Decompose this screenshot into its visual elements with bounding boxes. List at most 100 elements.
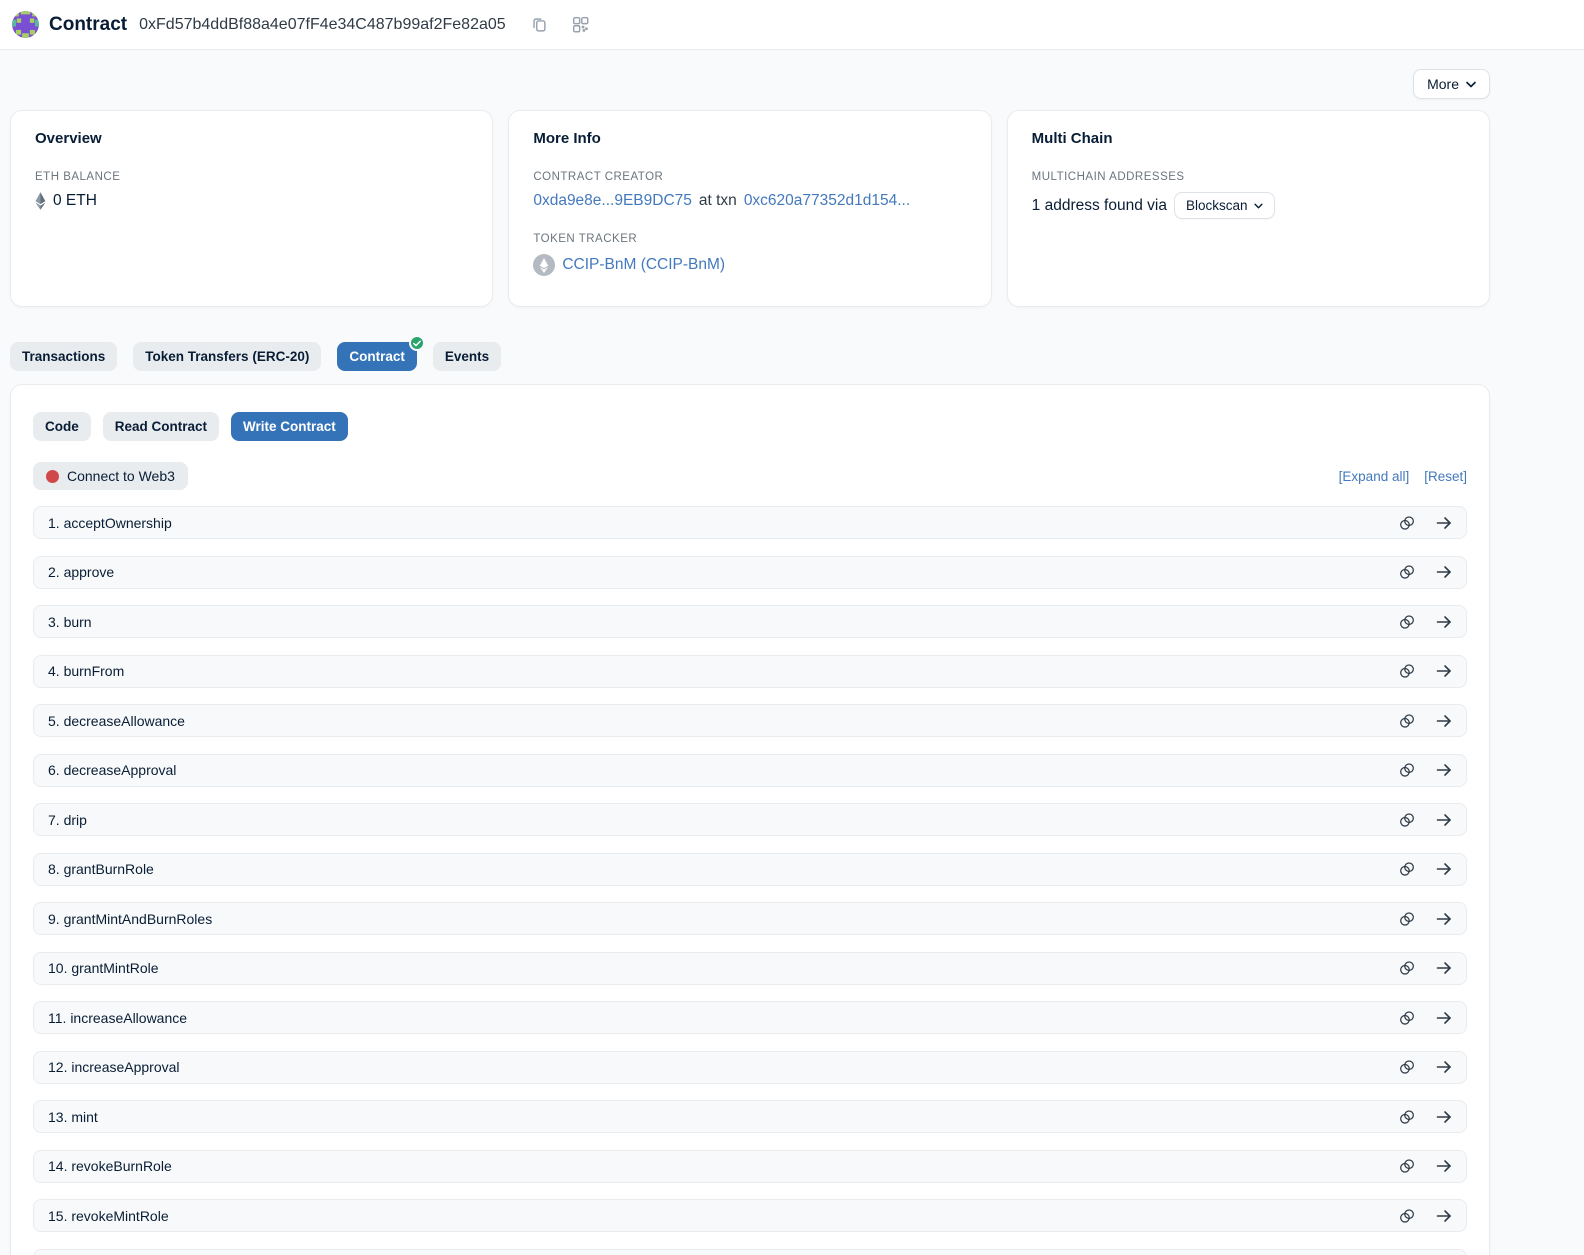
permalink-icon[interactable] [1399, 713, 1415, 729]
arrow-right-icon[interactable] [1436, 1011, 1452, 1025]
subtab-read-contract[interactable]: Read Contract [103, 412, 219, 441]
copy-icon[interactable] [530, 16, 548, 34]
contract-panel: Code Read Contract Write Contract Connec… [10, 384, 1490, 1255]
function-row[interactable]: 4. burnFrom [33, 655, 1467, 688]
arrow-right-icon[interactable] [1436, 615, 1452, 629]
verified-check-icon [409, 335, 425, 351]
function-row[interactable]: 8. grantBurnRole [33, 853, 1467, 886]
function-name: 9. grantMintAndBurnRoles [48, 911, 212, 927]
eth-balance-label: ETH BALANCE [35, 171, 468, 183]
contract-subtabs: Code Read Contract Write Contract [33, 412, 1467, 441]
permalink-icon[interactable] [1399, 1158, 1415, 1174]
reset-link[interactable]: [Reset] [1424, 469, 1467, 484]
overview-card: Overview ETH BALANCE 0 ETH [10, 110, 493, 307]
contract-creator-label: CONTRACT CREATOR [533, 171, 966, 183]
function-name: 10. grantMintRole [48, 960, 159, 976]
function-row[interactable]: 15. revokeMintRole [33, 1199, 1467, 1232]
function-name: 11. increaseAllowance [48, 1010, 187, 1026]
arrow-right-icon[interactable] [1436, 1110, 1452, 1124]
arrow-right-icon[interactable] [1436, 813, 1452, 827]
subtab-code[interactable]: Code [33, 412, 91, 441]
permalink-icon[interactable] [1399, 960, 1415, 976]
arrow-right-icon[interactable] [1436, 1209, 1452, 1223]
permalink-icon[interactable] [1399, 1109, 1415, 1125]
function-row[interactable]: 14. revokeBurnRole [33, 1150, 1467, 1183]
arrow-right-icon[interactable] [1436, 1159, 1452, 1173]
function-name: 5. decreaseAllowance [48, 713, 185, 729]
more-dropdown-button[interactable]: More [1413, 69, 1490, 99]
subtab-write-contract[interactable]: Write Contract [231, 412, 348, 441]
contract-address: 0xFd57b4ddBf88a4e07fF4e34C487b99af2Fe82a… [139, 16, 506, 34]
blockscan-dropdown[interactable]: Blockscan [1174, 192, 1276, 219]
connect-to-web3-button[interactable]: Connect to Web3 [33, 462, 188, 490]
contract-identicon [12, 11, 39, 38]
function-row[interactable]: 5. decreaseAllowance [33, 704, 1467, 737]
tab-contract-label: Contract [349, 349, 405, 364]
permalink-icon[interactable] [1399, 515, 1415, 531]
function-name: 6. decreaseApproval [48, 762, 176, 778]
function-row[interactable]: 6. decreaseApproval [33, 754, 1467, 787]
tab-transactions[interactable]: Transactions [10, 342, 117, 371]
at-txn-text: at txn [699, 192, 737, 210]
function-row[interactable]: 9. grantMintAndBurnRoles [33, 902, 1467, 935]
token-tracker-label: TOKEN TRACKER [533, 233, 966, 245]
connect-label: Connect to Web3 [67, 468, 175, 484]
blockscan-label: Blockscan [1186, 198, 1248, 213]
arrow-right-icon[interactable] [1436, 1060, 1452, 1074]
function-name: 15. revokeMintRole [48, 1208, 169, 1224]
creator-address-link[interactable]: 0xda9e8e...9EB9DC75 [533, 192, 692, 210]
top-navbar: Contract 0xFd57b4ddBf88a4e07fF4e34C487b9… [0, 0, 1584, 50]
permalink-icon[interactable] [1399, 663, 1415, 679]
arrow-right-icon[interactable] [1436, 912, 1452, 926]
function-row[interactable]: 3. burn [33, 605, 1467, 638]
expand-all-link[interactable]: [Expand all] [1339, 469, 1410, 484]
tab-token-transfers[interactable]: Token Transfers (ERC-20) [133, 342, 321, 371]
permalink-icon[interactable] [1399, 861, 1415, 877]
tab-events[interactable]: Events [433, 342, 501, 371]
permalink-icon[interactable] [1399, 911, 1415, 927]
eth-balance-value: 0 ETH [53, 192, 97, 210]
permalink-icon[interactable] [1399, 614, 1415, 630]
function-row-partial[interactable] [33, 1249, 1467, 1255]
permalink-icon[interactable] [1399, 762, 1415, 778]
multi-chain-card: Multi Chain MULTICHAIN ADDRESSES 1 addre… [1007, 110, 1490, 307]
multichain-found-text: 1 address found via [1032, 197, 1167, 215]
function-row[interactable]: 13. mint [33, 1100, 1467, 1133]
function-row[interactable]: 7. drip [33, 803, 1467, 836]
token-logo-icon [533, 254, 555, 276]
function-row[interactable]: 2. approve [33, 556, 1467, 589]
permalink-icon[interactable] [1399, 812, 1415, 828]
function-row[interactable]: 12. increaseApproval [33, 1051, 1467, 1084]
tab-contract[interactable]: Contract [337, 342, 417, 371]
function-name: 2. approve [48, 564, 114, 580]
function-name: 13. mint [48, 1109, 98, 1125]
arrow-right-icon[interactable] [1436, 565, 1452, 579]
overview-title: Overview [35, 130, 468, 147]
function-row[interactable]: 10. grantMintRole [33, 952, 1467, 985]
function-row[interactable]: 11. increaseAllowance [33, 1001, 1467, 1034]
info-cards: Overview ETH BALANCE 0 ETH More Info CON… [10, 110, 1490, 307]
arrow-right-icon[interactable] [1436, 961, 1452, 975]
more-label: More [1427, 76, 1459, 92]
more-info-card: More Info CONTRACT CREATOR 0xda9e8e...9E… [508, 110, 991, 307]
token-tracker-link[interactable]: CCIP-BnM (CCIP-BnM) [562, 256, 725, 274]
permalink-icon[interactable] [1399, 564, 1415, 580]
arrow-right-icon[interactable] [1436, 664, 1452, 678]
qr-code-icon[interactable] [572, 16, 589, 33]
permalink-icon[interactable] [1399, 1010, 1415, 1026]
multichain-addresses-label: MULTICHAIN ADDRESSES [1032, 171, 1465, 183]
chevron-down-icon [1466, 81, 1476, 88]
arrow-right-icon[interactable] [1436, 714, 1452, 728]
function-name: 7. drip [48, 812, 87, 828]
more-info-title: More Info [533, 130, 966, 147]
chevron-down-icon [1254, 203, 1263, 209]
function-row[interactable]: 1. acceptOwnership [33, 506, 1467, 539]
page-title: Contract [49, 14, 127, 36]
permalink-icon[interactable] [1399, 1208, 1415, 1224]
arrow-right-icon[interactable] [1436, 862, 1452, 876]
arrow-right-icon[interactable] [1436, 516, 1452, 530]
permalink-icon[interactable] [1399, 1059, 1415, 1075]
page-container: More Overview ETH BALANCE 0 ETH More Inf… [10, 69, 1490, 1255]
arrow-right-icon[interactable] [1436, 763, 1452, 777]
creation-txn-link[interactable]: 0xc620a77352d1d154... [744, 192, 910, 210]
